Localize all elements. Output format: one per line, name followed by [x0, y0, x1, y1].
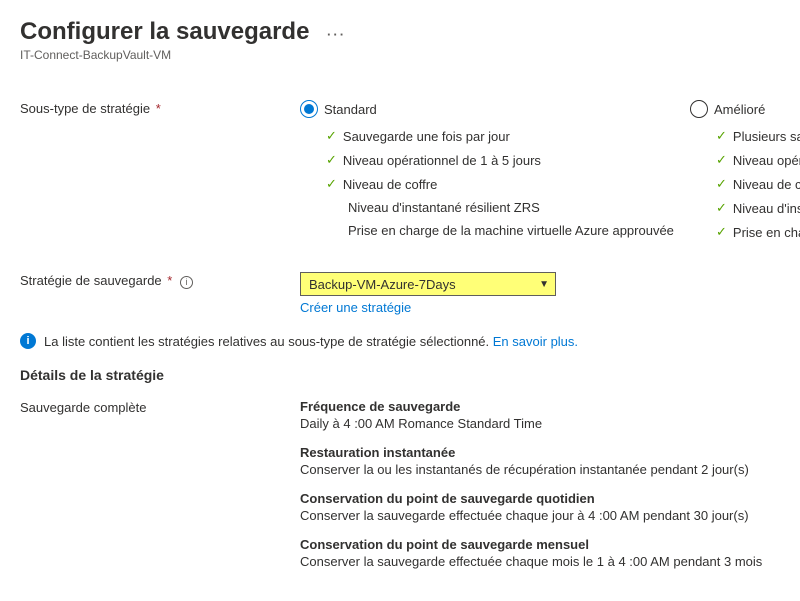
check-icon: ✓ [716, 224, 727, 240]
policy-label: Stratégie de sauvegarde * i [20, 272, 300, 289]
policy-select-value: Backup-VM-Azure-7Days [309, 277, 456, 292]
detail-block: Conservation du point de sauvegarde quot… [300, 491, 780, 523]
page-title: Configurer la sauvegarde [20, 18, 309, 46]
more-menu-icon[interactable]: ··· [327, 27, 346, 42]
radio-standard-label: Standard [324, 102, 377, 117]
feature-text: Plusieurs sauvegar [733, 129, 800, 144]
check-icon: ✓ [326, 176, 337, 192]
subtype-label: Sous-type de stratégie * [20, 100, 300, 116]
feature-text: Prise en charge de [733, 225, 800, 240]
radio-enhanced[interactable]: Amélioré [690, 100, 800, 118]
feature-item: Niveau d'instantané résilient ZRS [326, 200, 690, 215]
feature-item: ✓ Niveau de coffre [716, 176, 800, 192]
radio-icon-unchecked [690, 100, 708, 118]
detail-block: Fréquence de sauvegarde Daily à 4 :00 AM… [300, 399, 780, 431]
detail-body: Daily à 4 :00 AM Romance Standard Time [300, 416, 780, 431]
feature-text: Niveau d'instantan [733, 201, 800, 216]
detail-title: Fréquence de sauvegarde [300, 399, 780, 414]
feature-item: Prise en charge de la machine virtuelle … [326, 223, 690, 238]
radio-standard[interactable]: Standard [300, 100, 690, 118]
check-icon: ✓ [326, 128, 337, 144]
chevron-down-icon: ▼ [539, 279, 549, 290]
detail-block: Restauration instantanée Conserver la ou… [300, 445, 780, 477]
policy-select[interactable]: Backup-VM-Azure-7Days ▼ [300, 272, 556, 296]
policy-label-text: Stratégie de sauvegarde [20, 273, 162, 288]
check-icon: ✓ [326, 152, 337, 168]
info-tooltip-icon[interactable]: i [180, 276, 193, 289]
check-icon: ✓ [716, 152, 727, 168]
feature-text: Niveau opérationnel de 1 à 5 jours [343, 153, 541, 168]
subtype-label-text: Sous-type de stratégie [20, 101, 150, 116]
required-asterisk: * [156, 101, 161, 116]
detail-title: Restauration instantanée [300, 445, 780, 460]
required-asterisk: * [167, 273, 172, 288]
feature-item: ✓ Niveau de coffre [326, 176, 690, 192]
feature-item: ✓ Sauvegarde une fois par jour [326, 128, 690, 144]
feature-text: Sauvegarde une fois par jour [343, 129, 510, 144]
feature-text: Niveau de coffre [733, 177, 800, 192]
radio-enhanced-label: Amélioré [714, 102, 765, 117]
info-text: La liste contient les stratégies relativ… [44, 334, 578, 349]
feature-item: ✓ Plusieurs sauvegar [716, 128, 800, 144]
detail-title: Conservation du point de sauvegarde mens… [300, 537, 780, 552]
info-text-body: La liste contient les stratégies relativ… [44, 334, 489, 349]
detail-title: Conservation du point de sauvegarde quot… [300, 491, 780, 506]
feature-text: Niveau opérationn [733, 153, 800, 168]
full-backup-label: Sauvegarde complète [20, 399, 300, 415]
detail-block: Conservation du point de sauvegarde mens… [300, 537, 780, 569]
feature-item: ✓ Prise en charge de [716, 224, 800, 240]
info-icon: i [20, 333, 36, 349]
detail-body: Conserver la sauvegarde effectuée chaque… [300, 554, 780, 569]
learn-more-link[interactable]: En savoir plus. [493, 334, 578, 349]
detail-body: Conserver la ou les instantanés de récup… [300, 462, 780, 477]
details-section-title: Détails de la stratégie [20, 367, 780, 383]
detail-body: Conserver la sauvegarde effectuée chaque… [300, 508, 780, 523]
breadcrumb: IT-Connect-BackupVault-VM [20, 48, 780, 62]
check-icon: ✓ [716, 128, 727, 144]
feature-text: Niveau de coffre [343, 177, 437, 192]
check-icon: ✓ [716, 200, 727, 216]
feature-item: ✓ Niveau opérationnel de 1 à 5 jours [326, 152, 690, 168]
create-policy-link[interactable]: Créer une stratégie [300, 300, 411, 315]
feature-text: Prise en charge de la machine virtuelle … [348, 223, 674, 238]
check-icon: ✓ [716, 176, 727, 192]
feature-item: ✓ Niveau d'instantan [716, 200, 800, 216]
radio-icon-checked [300, 100, 318, 118]
feature-text: Niveau d'instantané résilient ZRS [348, 200, 540, 215]
feature-item: ✓ Niveau opérationn [716, 152, 800, 168]
